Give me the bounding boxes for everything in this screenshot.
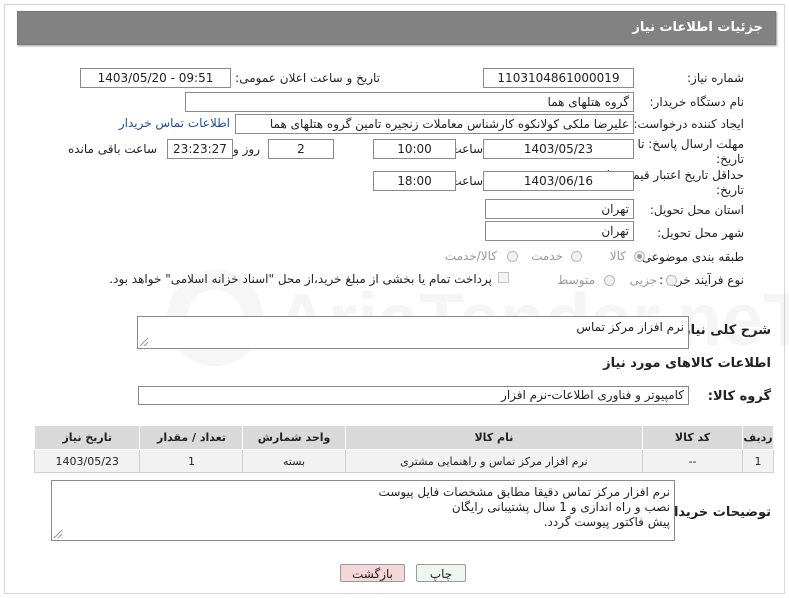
cell-need-date: 1403/05/23	[33, 449, 141, 473]
deadline-date-field: 1403/05/23	[483, 139, 634, 159]
category-goods-label: کالا	[609, 249, 626, 263]
creator-label: ایجاد کننده درخواست:	[633, 117, 744, 131]
buyer-org-label: نام دستگاه خریدار:	[649, 95, 745, 109]
time-remaining-field: 23:23:27	[167, 139, 233, 159]
process-partial-radio[interactable]	[666, 275, 677, 286]
goods-group-label: گروه کالا:	[707, 389, 771, 404]
price-validity-date-field: 1403/06/16	[483, 171, 634, 191]
column-header-code: کد کالا	[642, 425, 744, 450]
goods-section-title: اطلاعات کالاهای مورد نیاز	[603, 356, 771, 371]
page-title: جزئیات اطلاعات نیاز	[632, 20, 763, 35]
need-number-field: 1103104861000019	[483, 68, 634, 88]
need-number-label: شماره نیاز:	[687, 71, 744, 85]
description-textarea[interactable]: نرم افزار مرکز تماس	[137, 316, 689, 349]
column-header-need-date: تاریخ نیاز	[33, 425, 141, 450]
print-button[interactable]: چاپ	[416, 564, 466, 582]
category-goods-radio[interactable]	[634, 251, 645, 262]
column-header-row-number: ردیف	[742, 425, 774, 450]
time-remaining-label: ساعت باقی مانده	[67, 142, 157, 156]
city-label: شهر محل تحویل:	[657, 226, 744, 240]
table-header-row: ردیف کد کالا نام کالا واحد شمارش تعداد /…	[33, 425, 774, 450]
back-button[interactable]: بازگشت	[340, 564, 405, 582]
treasury-payment-checkbox[interactable]	[498, 272, 509, 283]
announce-date-label: تاریخ و ساعت اعلان عمومی:	[235, 71, 380, 85]
city-field: تهران	[485, 221, 634, 241]
cell-code: --	[642, 449, 744, 473]
goods-group-field: کامپیوتر و فناوری اطلاعات-نرم افزار	[138, 386, 689, 405]
treasury-payment-note: پرداخت تمام یا بخشی از مبلغ خرید،از محل …	[109, 272, 492, 286]
province-label: استان محل تحویل:	[649, 203, 744, 217]
buyer-notes-textarea[interactable]: نرم افزار مرکز تماس دقیقا مطابق مشخصات ف…	[51, 480, 675, 541]
category-goods-service-label: کالا/خدمت	[444, 249, 497, 263]
deadline-label-line2: تاریخ:	[716, 152, 744, 166]
buyer-org-field: گروه هتلهای هما	[185, 92, 634, 112]
category-service-radio[interactable]	[571, 251, 582, 262]
cell-name: نرم افزار مرکز تماس و راهنمایی مشتری	[344, 449, 644, 473]
description-label: شرح کلی نیاز:	[677, 323, 771, 338]
process-partial-label: جزیی	[629, 273, 657, 287]
column-header-quantity: تعداد / مقدار	[139, 425, 244, 450]
table-row: 1 -- نرم افزار مرکز تماس و راهنمایی مشتر…	[33, 449, 774, 473]
goods-table: ردیف کد کالا نام کالا واحد شمارش تعداد /…	[33, 425, 774, 473]
deadline-label: مهلت ارسال پاسخ: تا	[637, 137, 744, 151]
cell-unit: بسته	[242, 449, 346, 473]
resize-handle-icon[interactable]	[140, 338, 148, 346]
column-header-name: نام کالا	[344, 425, 644, 450]
announce-date-field: 1403/05/20 - 09:51	[80, 68, 231, 88]
cell-row-number: 1	[742, 449, 774, 473]
price-validity-label-line2: تاریخ:	[716, 183, 744, 197]
category-service-label: خدمت	[531, 249, 563, 263]
column-header-unit: واحد شمارش	[242, 425, 346, 450]
buyer-notes-line-1: نرم افزار مرکز تماس دقیقا مطابق مشخصات ف…	[378, 485, 670, 499]
buyer-notes-label: توضیحات خریدار:	[661, 505, 771, 520]
creator-field: علیرضا ملکی کولانکوه کارشناس معاملات زنج…	[235, 114, 634, 134]
buyer-contact-link[interactable]: اطلاعات تماس خریدار	[119, 116, 230, 130]
days-label: روز و	[233, 142, 260, 156]
category-goods-service-radio[interactable]	[507, 251, 518, 262]
process-medium-label: متوسط	[557, 273, 595, 287]
buyer-notes-line-2: نصب و راه اندازی و 1 سال پشتیبانی رایگان	[451, 500, 670, 514]
page-header: جزئیات اطلاعات نیاز	[17, 11, 776, 45]
price-validity-time-field: 18:00	[373, 171, 456, 191]
cell-quantity: 1	[139, 449, 244, 473]
category-label: طبقه بندی موضوعی:	[637, 250, 744, 264]
notes-resize-handle-icon[interactable]	[54, 530, 62, 538]
days-remaining-field: 2	[268, 139, 334, 159]
deadline-time-field: 10:00	[373, 139, 456, 159]
process-medium-radio[interactable]	[604, 275, 615, 286]
province-field: تهران	[485, 199, 634, 219]
buyer-notes-line-3: پیش فاکتور پیوست گردد.	[543, 515, 670, 529]
